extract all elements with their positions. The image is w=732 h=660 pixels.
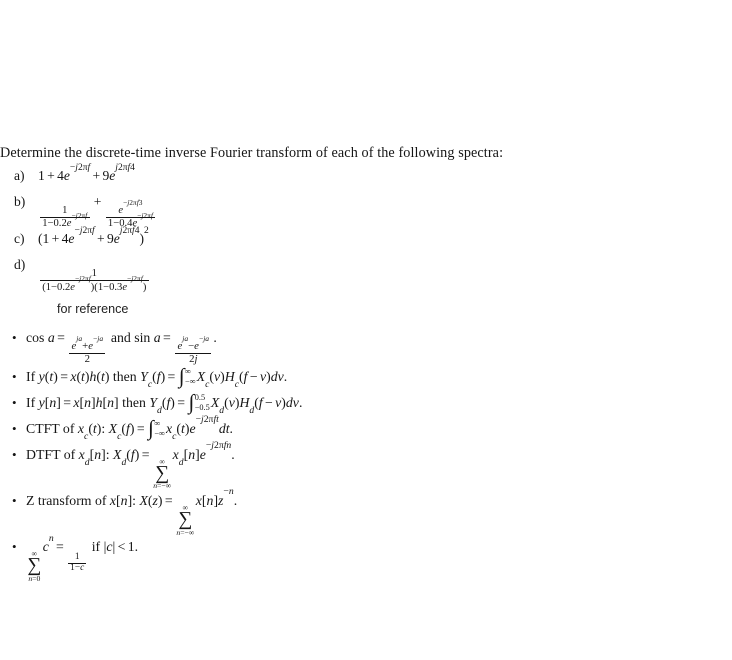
reference-item-z-transform: • Z transform of x[n]: X(z) = ∞ ∑ n=−∞ x[n]z−… [0,486,732,537]
problem-item-c: c) (1 +4e−j2πf+ 9ej2πf4)2 [0,225,732,255]
problem-label-c: c) [14,231,25,247]
problem-list: a) 1 +4e−j2πf+ 9ej2πf4 b) 1 1−0.2e−j2πf + … [0,162,732,293]
formula-ctft: CTFT of xc(t): Xc(f) = ∫ ∞ −∞ xc(t)e−j2πftdt. [26,414,233,442]
problem-label-b: b) [14,194,26,209]
problem-label-d: d) [14,257,26,273]
formula-euler-cos-sin: cos a = eja+e−ja 2 and sin a = eja−e−ja 2j… [26,330,217,366]
bullet-icon: • [12,539,17,555]
document-page: Determine the discrete-time inverse Four… [0,0,732,660]
bullet-icon: • [12,420,17,436]
bullet-icon: • [12,493,17,509]
problem-label-a: a) [14,168,25,183]
reference-item-geometric-series: • ∞ ∑ n=0 cn= 1 1−c if |c| <1. [0,532,732,583]
reference-item-continuous-convolution: • If y(t) = x(t)h(t) then Yc(f) = ∫ ∞ −∞ Xc(v)H… [0,363,732,392]
formula-discrete-convolution: If y[n] = x[n]h[n] then Yd(f) = ∫ 0.5 −0.5 Xd(v… [26,389,303,416]
page-title: Determine the discrete-time inverse Four… [0,145,504,161]
bullet-icon: • [12,446,17,462]
problem-expression-a: 1 +4e−j2πf+ 9ej2πf4 [38,162,135,183]
bullet-icon: • [12,330,17,345]
reference-heading: for reference [57,302,129,316]
reference-item-euler: • cos a = eja+e−ja 2 and sin a = eja−e−ja … [0,327,732,366]
problem-expression-d: 1 (1−0.2e−j2πf)(1−0.3e−j2πf) [34,255,151,293]
formula-z-transform: Z transform of x[n]: X(z) = ∞ ∑ n=−∞ x[n]z−n. [26,486,238,537]
reference-item-discrete-convolution: • If y[n] = x[n]h[n] then Yd(f) = ∫ 0.5 −0.5 Xd… [0,389,732,418]
problem-expression-b: 1 1−0.2e−j2πf + e−j2πf3 1−0.4e−j2πf [34,192,157,229]
reference-item-dtft: • DTFT of xd[n]: Xd(f) = ∞ ∑ n=−∞ xd[n]e−j2πf… [0,440,732,491]
problem-item-a: a) 1 +4e−j2πf+ 9ej2πf4 [0,162,732,192]
bullet-icon: • [12,368,17,384]
reference-item-ctft: • CTFT of xc(t): Xc(f) = ∫ ∞ −∞ xc(t)e−j2πftd… [0,414,732,444]
bullet-icon: • [12,394,17,410]
reference-list: • cos a = eja+e−ja 2 and sin a = eja−e−ja … [0,327,732,583]
formula-continuous-convolution: If y(t) = x(t)h(t) then Yc(f) = ∫ ∞ −∞ Xc(v)Hc(… [26,363,288,390]
formula-dtft: DTFT of xd[n]: Xd(f) = ∞ ∑ n=−∞ xd[n]e−j2πfn. [26,440,235,491]
formula-geometric-series: ∞ ∑ n=0 cn= 1 1−c if |c| <1. [27,532,139,583]
problem-item-b: b) 1 1−0.2e−j2πf + e−j2πf3 1−0.4e−j2πf [0,192,732,229]
problem-item-d: d) 1 (1−0.2e−j2πf)(1−0.3e−j2πf) [0,255,732,293]
problem-expression-c: (1 +4e−j2πf+ 9ej2πf4)2 [38,225,149,247]
